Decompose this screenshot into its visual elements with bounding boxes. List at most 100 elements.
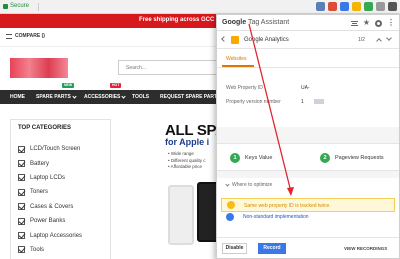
redacted-value xyxy=(314,99,324,104)
nav-home-label: HOME xyxy=(10,94,25,100)
search-placeholder: Search... xyxy=(126,65,147,71)
checkbox-icon xyxy=(18,203,25,211)
new-badge: NEW xyxy=(62,83,75,88)
title-rest: Tag Assistant xyxy=(246,19,290,26)
chevron-down-icon xyxy=(72,93,77,99)
view-recordings-link[interactable]: VIEW RECORDINGS xyxy=(344,246,387,251)
disable-button[interactable]: Disable xyxy=(222,243,247,254)
record-button[interactable]: Record xyxy=(258,243,286,254)
tag-assistant-footer: Disable Record VIEW RECORDINGS xyxy=(217,237,399,258)
main-nav: HOME SPARE PARTS NEW ACCESSORIES HOT TOO… xyxy=(0,83,220,104)
category-item[interactable]: Toners xyxy=(18,185,82,199)
category-item[interactable]: Cases & Covers xyxy=(18,200,82,214)
categories-title: TOP CATEGORIES xyxy=(18,125,72,131)
category-label: Toners xyxy=(30,189,49,196)
category-label: Cases & Covers xyxy=(30,203,74,210)
header-divider xyxy=(0,46,220,47)
checkbox-icon xyxy=(18,174,25,182)
pageview-count: 2 xyxy=(320,153,330,163)
issue-item-duplicate[interactable]: Same web property ID is tracked twice. xyxy=(221,198,395,212)
category-label: Power Banks xyxy=(30,218,66,225)
extension-icon[interactable] xyxy=(316,2,325,11)
web-property-value: UA- xyxy=(301,85,310,91)
search-input[interactable]: Search... xyxy=(118,60,218,75)
info-icon xyxy=(226,213,234,221)
category-item[interactable]: Laptop LCDs xyxy=(18,171,82,185)
tab-divider xyxy=(217,67,399,68)
category-item[interactable]: Laptop Accessories xyxy=(18,228,82,242)
tab-websites[interactable]: Websites xyxy=(226,56,246,62)
category-label: Battery xyxy=(30,160,50,167)
pageview-label[interactable]: Pageview Requests xyxy=(335,155,384,161)
nav-request-spare-parts[interactable]: REQUEST SPARE PARTS xyxy=(160,94,220,100)
category-label: Tools xyxy=(30,246,45,253)
nav-spare-parts[interactable]: SPARE PARTS xyxy=(36,93,77,100)
star-icon[interactable]: ★ xyxy=(363,19,370,27)
summary-counts: 1 Keys Value 2 Pageview Requests xyxy=(217,143,399,171)
category-label: Laptop Accessories xyxy=(30,232,83,239)
compare-icon xyxy=(6,33,12,39)
chevron-down-icon xyxy=(121,93,127,99)
nav-accessories-label: ACCESSORIES xyxy=(84,94,121,100)
tag-assistant-extension-icon[interactable] xyxy=(340,2,349,11)
checkbox-icon xyxy=(18,145,25,153)
tag-status-icon xyxy=(231,36,239,44)
issue-text: Same web property ID is tracked twice. xyxy=(244,203,331,209)
title-google: Google xyxy=(222,19,247,26)
tag-assistant-header: Google Tag Assistant ★ ⋮ xyxy=(217,15,399,31)
nav-accessories[interactable]: ACCESSORIES xyxy=(84,93,127,100)
gear-icon[interactable] xyxy=(375,19,382,27)
hero-subtitle: for Apple i xyxy=(165,137,210,147)
site-logo[interactable] xyxy=(10,58,68,78)
tag-assistant-popup: Google Tag Assistant ★ ⋮ Google Analytic… xyxy=(216,14,400,259)
property-version-value: 1 xyxy=(301,99,304,105)
top-categories-panel: TOP CATEGORIES LCD/Touch Screen Battery … xyxy=(10,119,111,259)
extension-icon[interactable] xyxy=(376,2,385,11)
optimize-title: Where to optimize xyxy=(232,182,273,188)
web-property-label: Web Property ID xyxy=(226,85,263,91)
checkbox-icon xyxy=(18,160,25,168)
lock-icon xyxy=(3,3,8,9)
category-item[interactable]: LCD/Touch Screen xyxy=(18,142,82,156)
tag-details: Websites Web Property ID UA- Property ve… xyxy=(217,49,399,127)
address-separator xyxy=(38,3,39,11)
secure-label: Secure xyxy=(10,3,30,9)
issue-item-nonstandard[interactable]: Non-standard implementation xyxy=(243,214,309,220)
hero-bullets: Wide range Different quality c Affordabl… xyxy=(168,151,206,171)
keys-label[interactable]: Keys Value xyxy=(245,155,272,161)
menu-icon[interactable] xyxy=(388,2,397,11)
nav-spare-parts-label: SPARE PARTS xyxy=(36,94,71,100)
extension-icon[interactable] xyxy=(364,2,373,11)
tag-assistant-title: Google Tag Assistant xyxy=(222,19,289,26)
chevron-down-icon xyxy=(225,181,230,187)
nav-tools-label: TOOLS xyxy=(132,94,150,100)
chevron-down-icon[interactable] xyxy=(386,35,392,41)
back-chevron-icon[interactable] xyxy=(221,36,227,42)
compare-label: COMPARE () xyxy=(15,33,45,39)
compare-link[interactable]: COMPARE () xyxy=(6,33,45,39)
extension-icons xyxy=(316,2,397,11)
phone-image xyxy=(168,185,194,245)
nav-home[interactable]: HOME xyxy=(10,94,25,100)
category-item[interactable]: Power Banks xyxy=(18,214,82,228)
header-icons: ★ ⋮ xyxy=(350,19,395,27)
nav-tools[interactable]: TOOLS xyxy=(132,94,149,100)
more-icon[interactable]: ⋮ xyxy=(387,19,395,27)
tag-header[interactable]: Google Analytics 1/2 xyxy=(217,31,399,49)
extension-icon[interactable] xyxy=(352,2,361,11)
category-label: LCD/Touch Screen xyxy=(30,146,81,153)
warning-icon xyxy=(227,201,235,209)
chevron-up-icon[interactable] xyxy=(376,38,382,44)
category-label: Laptop LCDs xyxy=(30,174,66,181)
optimize-header[interactable]: Where to optimize xyxy=(225,181,273,188)
category-list: LCD/Touch Screen Battery Laptop LCDs Ton… xyxy=(18,142,82,257)
property-version-label: Property version number xyxy=(226,99,281,105)
nav-request-label: REQUEST SPARE PARTS xyxy=(160,94,221,100)
category-item[interactable]: Battery xyxy=(18,156,82,170)
hot-badge: HOT xyxy=(110,83,122,88)
extension-icon[interactable] xyxy=(328,2,337,11)
address-bar[interactable]: Secure xyxy=(0,0,400,14)
category-item[interactable]: Tools xyxy=(18,243,82,257)
secure-indicator[interactable]: Secure xyxy=(3,3,29,9)
filter-icon[interactable] xyxy=(350,20,358,26)
